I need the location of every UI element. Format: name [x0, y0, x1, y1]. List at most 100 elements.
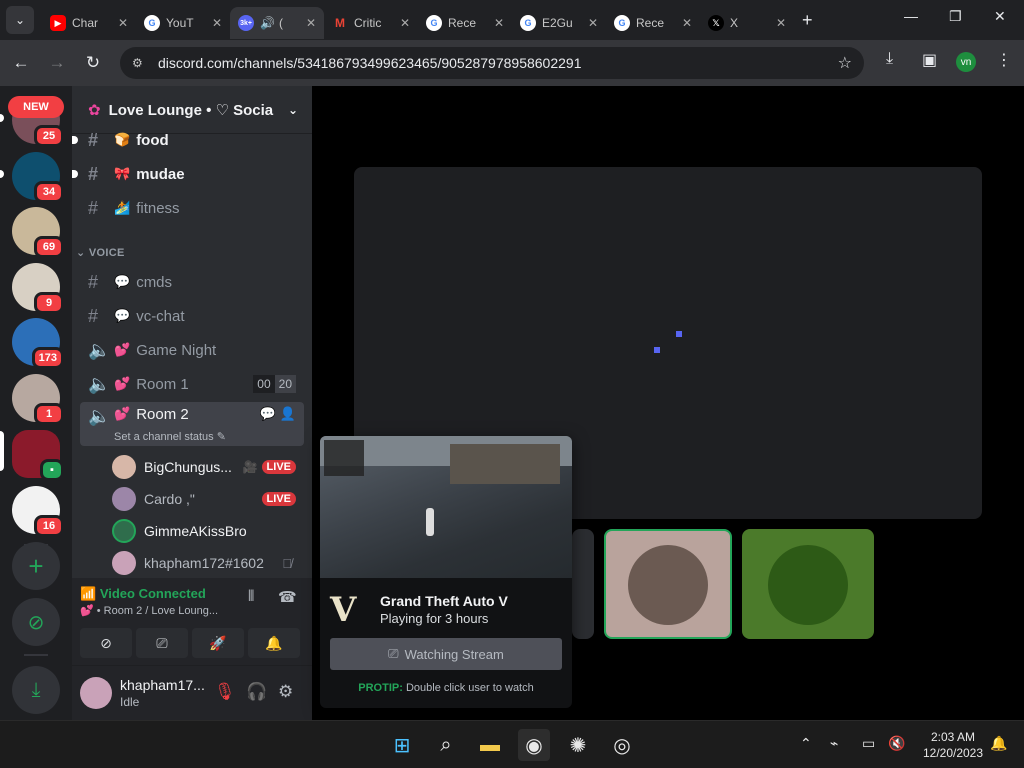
maximize-button[interactable]: ❐	[949, 8, 962, 25]
channel-room-1[interactable]: 🔈 💕 Room 1 00 20	[80, 368, 304, 400]
chat-bubble-icon[interactable]: 💬	[260, 406, 276, 422]
channel-vc-chat[interactable]: # 💬 vc-chat	[80, 300, 304, 332]
chevron-down-icon: ⌄	[287, 102, 298, 117]
server-icon[interactable]: 9	[12, 263, 64, 314]
channel-game-night[interactable]: 🔈 💕 Game Night	[80, 334, 304, 366]
browser-tab[interactable]: ▶ Char ✕	[42, 7, 136, 39]
server-icon[interactable]: 1	[12, 374, 64, 425]
soundboard-button[interactable]: 🔔	[248, 628, 300, 658]
download-icon[interactable]: ⤓	[886, 50, 893, 68]
voice-channel-link[interactable]: 💕 • Room 2 / Love Loung...	[80, 604, 218, 617]
download-apps-button[interactable]: ⤓	[12, 666, 60, 714]
browser-tab[interactable]: G Rece ✕	[606, 7, 700, 39]
voice-status[interactable]: 📶 Video Connected	[80, 586, 206, 602]
file-explorer-icon[interactable]: ▬	[474, 729, 506, 761]
mention-badge: 16	[34, 515, 64, 537]
close-tab-icon[interactable]: ✕	[212, 16, 222, 30]
tray-overflow-icon[interactable]: ⌃	[800, 735, 812, 752]
activities-button[interactable]: 🚀	[192, 628, 244, 658]
voice-user[interactable]: khapham172#1602 🎙̸	[112, 548, 296, 578]
server-icon-active[interactable]: ▪	[12, 430, 64, 481]
participant-tile-speaking[interactable]	[604, 529, 732, 639]
minimize-button[interactable]: —	[904, 8, 918, 24]
category-voice[interactable]: ⌄ VOICE	[76, 246, 125, 259]
watching-stream-button[interactable]: ⎚ Watching Stream	[330, 638, 562, 670]
address-bar[interactable]: ⚙ discord.com/channels/53418679349962346…	[120, 47, 864, 79]
close-tab-icon[interactable]: ✕	[776, 16, 786, 30]
forward-button[interactable]: →	[42, 48, 72, 78]
browser-tab[interactable]: 𝕏 X ✕	[700, 7, 794, 39]
channel-status[interactable]: Set a channel status ✎	[114, 430, 226, 443]
gear-icon[interactable]: ⚙	[278, 682, 293, 702]
close-window-button[interactable]: ✕	[994, 8, 1006, 25]
site-settings-icon[interactable]: ⚙	[132, 56, 152, 70]
channel-mudae[interactable]: # 🎀 mudae	[80, 158, 304, 190]
voice-user[interactable]: Cardo ," LIVE	[112, 484, 296, 514]
hash-icon: #	[88, 197, 99, 218]
new-badge[interactable]: NEW	[8, 96, 64, 118]
invite-user-icon[interactable]: 👤	[280, 406, 296, 422]
display-icon[interactable]: ▭	[862, 735, 875, 752]
obs-icon[interactable]: ◎	[606, 729, 638, 761]
side-panel-icon[interactable]: ▣	[922, 50, 937, 70]
user-avatar[interactable]	[80, 677, 112, 709]
disconnect-icon[interactable]: ☎	[278, 588, 297, 606]
channel-fitness[interactable]: # 🏄 fitness	[80, 192, 304, 224]
user-name[interactable]: khapham17...	[120, 677, 205, 693]
chrome-icon[interactable]: ◉	[518, 729, 550, 761]
volume-icon[interactable]: 🔇	[888, 735, 905, 752]
share-screen-button[interactable]: ⎚	[136, 628, 188, 658]
channel-food[interactable]: # 🍞 food	[80, 124, 304, 156]
participant-tile[interactable]	[572, 529, 594, 639]
noise-suppression-icon[interactable]: ⫴	[248, 588, 254, 605]
mute-mic-icon[interactable]: 🎙	[214, 682, 236, 702]
system-clock[interactable]: 2:03 AM 12/20/2023	[920, 729, 986, 761]
add-server-button[interactable]: +	[12, 542, 60, 590]
close-tab-icon[interactable]: ✕	[682, 16, 692, 30]
profile-avatar[interactable]: vn	[956, 52, 976, 72]
server-icon[interactable]: 16	[12, 486, 64, 537]
reload-button[interactable]: ↻	[78, 48, 108, 78]
browser-tab[interactable]: G E2Gu ✕	[512, 7, 606, 39]
app-icon[interactable]: ✺	[562, 729, 594, 761]
voice-user[interactable]: BigChungus... 🎥 LIVE	[112, 452, 296, 482]
unread-indicator	[0, 114, 4, 122]
explore-servers-button[interactable]: ⊘	[12, 598, 60, 646]
close-tab-icon[interactable]: ✕	[306, 16, 316, 30]
player-character	[426, 508, 434, 536]
server-icon[interactable]: 69	[12, 207, 64, 258]
close-tab-icon[interactable]: ✕	[118, 16, 128, 30]
stream-preview-image[interactable]	[320, 436, 572, 578]
headphones-icon[interactable]: 🎧	[246, 682, 267, 702]
server-icon[interactable]: 34	[12, 152, 64, 203]
browser-tab[interactable]: M Critic ✕	[324, 7, 418, 39]
tab-search-button[interactable]: ⌄	[6, 6, 34, 34]
more-menu-icon[interactable]: ⋮	[996, 50, 1012, 70]
browser-tab-active[interactable]: 3k+ 🔊 (✕	[230, 7, 324, 39]
browser-toolbar: ← → ↻ ⚙ discord.com/channels/53418679349…	[0, 40, 1024, 86]
browser-tab[interactable]: G Rece ✕	[418, 7, 512, 39]
windows-start-icon[interactable]: ⊞	[386, 729, 418, 761]
back-button[interactable]: ←	[6, 48, 36, 78]
youtube-icon: ▶	[50, 15, 66, 31]
avatar	[112, 487, 136, 511]
participant-tile[interactable]	[742, 529, 874, 639]
close-tab-icon[interactable]: ✕	[588, 16, 598, 30]
server-icon[interactable]: 173	[12, 318, 64, 369]
camera-off-button[interactable]: ⊘	[80, 628, 132, 658]
voice-user[interactable]: GimmeAKissBro	[112, 516, 296, 546]
gmail-icon: M	[335, 16, 345, 30]
new-tab-button[interactable]: +	[802, 10, 813, 31]
hash-icon: #	[88, 163, 99, 184]
close-tab-icon[interactable]: ✕	[400, 16, 410, 30]
browser-tab[interactable]: G YouT ✕	[136, 7, 230, 39]
selected-server-indicator	[0, 431, 4, 471]
audio-playing-icon[interactable]: 🔊	[260, 16, 275, 30]
voice-connection-panel: 📶 Video Connected 💕 • Room 2 / Love Loun…	[72, 578, 312, 666]
search-icon[interactable]: ⌕	[430, 729, 462, 761]
notification-bell-icon[interactable]: 🔔	[990, 735, 1007, 752]
network-icon[interactable]: ⌁	[830, 735, 838, 752]
close-tab-icon[interactable]: ✕	[494, 16, 504, 30]
bookmark-star-icon[interactable]: ☆	[838, 53, 852, 73]
channel-cmds[interactable]: # 💬 cmds	[80, 266, 304, 298]
